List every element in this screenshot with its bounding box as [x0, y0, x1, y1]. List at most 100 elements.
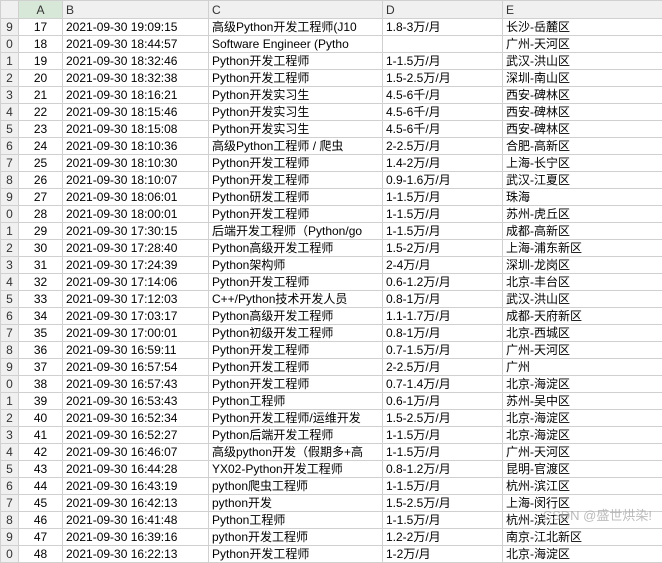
cell-location[interactable]: 上海-闵行区	[503, 495, 662, 512]
cell-timestamp[interactable]: 2021-09-30 16:46:07	[63, 444, 209, 461]
cell-title[interactable]: Python初级开发工程师	[209, 325, 383, 342]
cell-timestamp[interactable]: 2021-09-30 16:43:19	[63, 478, 209, 495]
col-header-E[interactable]: E	[503, 1, 662, 19]
cell-salary[interactable]: 1-1.5万/月	[383, 189, 503, 206]
cell-title[interactable]: Python研发工程师	[209, 189, 383, 206]
cell-title[interactable]: 高级Python开发工程师(J10	[209, 19, 383, 36]
cell-title[interactable]: 高级python开发（假期多+高	[209, 444, 383, 461]
cell-id[interactable]: 17	[19, 19, 63, 36]
col-header-A[interactable]: A	[19, 1, 63, 19]
cell-salary[interactable]: 0.8-1万/月	[383, 325, 503, 342]
cell-timestamp[interactable]: 2021-09-30 18:32:38	[63, 70, 209, 87]
row-header[interactable]: 2	[1, 410, 19, 427]
cell-title[interactable]: Python开发工程师	[209, 155, 383, 172]
cell-salary[interactable]: 2-2.5万/月	[383, 138, 503, 155]
cell-salary[interactable]: 1-2万/月	[383, 546, 503, 563]
cell-timestamp[interactable]: 2021-09-30 18:00:01	[63, 206, 209, 223]
cell-salary[interactable]: 1-1.5万/月	[383, 427, 503, 444]
cell-location[interactable]: 昆明-官渡区	[503, 461, 662, 478]
cell-salary[interactable]: 1-1.5万/月	[383, 512, 503, 529]
cell-salary[interactable]: 1-1.5万/月	[383, 444, 503, 461]
row-header[interactable]: 5	[1, 291, 19, 308]
cell-title[interactable]: Python架构师	[209, 257, 383, 274]
cell-salary[interactable]: 2-2.5万/月	[383, 359, 503, 376]
cell-title[interactable]: Python高级开发工程师	[209, 308, 383, 325]
cell-location[interactable]: 北京-丰台区	[503, 274, 662, 291]
cell-title[interactable]: Python开发实习生	[209, 121, 383, 138]
row-header[interactable]: 1	[1, 223, 19, 240]
cell-id[interactable]: 23	[19, 121, 63, 138]
cell-location[interactable]: 苏州-吴中区	[503, 393, 662, 410]
cell-id[interactable]: 44	[19, 478, 63, 495]
cell-title[interactable]: Python工程师	[209, 393, 383, 410]
cell-timestamp[interactable]: 2021-09-30 17:03:17	[63, 308, 209, 325]
cell-title[interactable]: Python开发工程师	[209, 359, 383, 376]
cell-timestamp[interactable]: 2021-09-30 17:28:40	[63, 240, 209, 257]
cell-timestamp[interactable]: 2021-09-30 16:39:16	[63, 529, 209, 546]
col-header-B[interactable]: B	[63, 1, 209, 19]
cell-id[interactable]: 28	[19, 206, 63, 223]
row-header[interactable]: 0	[1, 376, 19, 393]
cell-id[interactable]: 33	[19, 291, 63, 308]
cell-location[interactable]: 上海-长宁区	[503, 155, 662, 172]
cell-location[interactable]: 北京-海淀区	[503, 546, 662, 563]
cell-title[interactable]: 高级Python工程师 / 爬虫	[209, 138, 383, 155]
cell-timestamp[interactable]: 2021-09-30 17:30:15	[63, 223, 209, 240]
cell-id[interactable]: 46	[19, 512, 63, 529]
cell-id[interactable]: 43	[19, 461, 63, 478]
cell-timestamp[interactable]: 2021-09-30 18:10:30	[63, 155, 209, 172]
cell-salary[interactable]	[383, 36, 503, 53]
row-header[interactable]: 2	[1, 240, 19, 257]
cell-location[interactable]: 广州-天河区	[503, 444, 662, 461]
cell-id[interactable]: 40	[19, 410, 63, 427]
row-header[interactable]: 9	[1, 189, 19, 206]
cell-id[interactable]: 36	[19, 342, 63, 359]
cell-timestamp[interactable]: 2021-09-30 16:52:27	[63, 427, 209, 444]
cell-id[interactable]: 27	[19, 189, 63, 206]
cell-id[interactable]: 37	[19, 359, 63, 376]
cell-title[interactable]: Python开发工程师	[209, 172, 383, 189]
cell-location[interactable]: 苏州-虎丘区	[503, 206, 662, 223]
cell-salary[interactable]: 1-1.5万/月	[383, 478, 503, 495]
cell-salary[interactable]: 0.8-1.2万/月	[383, 461, 503, 478]
cell-id[interactable]: 39	[19, 393, 63, 410]
cell-id[interactable]: 34	[19, 308, 63, 325]
cell-salary[interactable]: 1-1.5万/月	[383, 223, 503, 240]
cell-salary[interactable]: 1.5-2.5万/月	[383, 410, 503, 427]
cell-timestamp[interactable]: 2021-09-30 17:24:39	[63, 257, 209, 274]
cell-title[interactable]: C++/Python技术开发人员	[209, 291, 383, 308]
cell-title[interactable]: 后端开发工程师（Python/go	[209, 223, 383, 240]
row-header[interactable]: 9	[1, 359, 19, 376]
row-header[interactable]: 3	[1, 87, 19, 104]
cell-title[interactable]: Python开发工程师	[209, 206, 383, 223]
row-header[interactable]: 7	[1, 495, 19, 512]
cell-location[interactable]: 长沙-岳麓区	[503, 19, 662, 36]
row-header[interactable]: 8	[1, 172, 19, 189]
cell-id[interactable]: 47	[19, 529, 63, 546]
cell-salary[interactable]: 2-4万/月	[383, 257, 503, 274]
cell-timestamp[interactable]: 2021-09-30 17:00:01	[63, 325, 209, 342]
cell-title[interactable]: python开发	[209, 495, 383, 512]
cell-salary[interactable]: 4.5-6千/月	[383, 87, 503, 104]
cell-id[interactable]: 29	[19, 223, 63, 240]
cell-location[interactable]: 西安-碑林区	[503, 87, 662, 104]
row-header[interactable]: 5	[1, 121, 19, 138]
row-header[interactable]: 3	[1, 257, 19, 274]
cell-location[interactable]: 杭州-滨江区	[503, 478, 662, 495]
col-header-C[interactable]: C	[209, 1, 383, 19]
cell-id[interactable]: 20	[19, 70, 63, 87]
cell-title[interactable]: Python后端开发工程师	[209, 427, 383, 444]
cell-timestamp[interactable]: 2021-09-30 18:44:57	[63, 36, 209, 53]
cell-timestamp[interactable]: 2021-09-30 16:57:54	[63, 359, 209, 376]
row-header[interactable]: 4	[1, 104, 19, 121]
cell-timestamp[interactable]: 2021-09-30 18:32:46	[63, 53, 209, 70]
row-header[interactable]: 1	[1, 53, 19, 70]
cell-location[interactable]: 南京-江北新区	[503, 529, 662, 546]
cell-id[interactable]: 21	[19, 87, 63, 104]
cell-timestamp[interactable]: 2021-09-30 17:12:03	[63, 291, 209, 308]
cell-location[interactable]: 珠海	[503, 189, 662, 206]
cell-timestamp[interactable]: 2021-09-30 16:53:43	[63, 393, 209, 410]
cell-title[interactable]: Python开发工程师	[209, 546, 383, 563]
corner-cell[interactable]	[1, 1, 19, 19]
cell-salary[interactable]: 1.5-2.5万/月	[383, 70, 503, 87]
